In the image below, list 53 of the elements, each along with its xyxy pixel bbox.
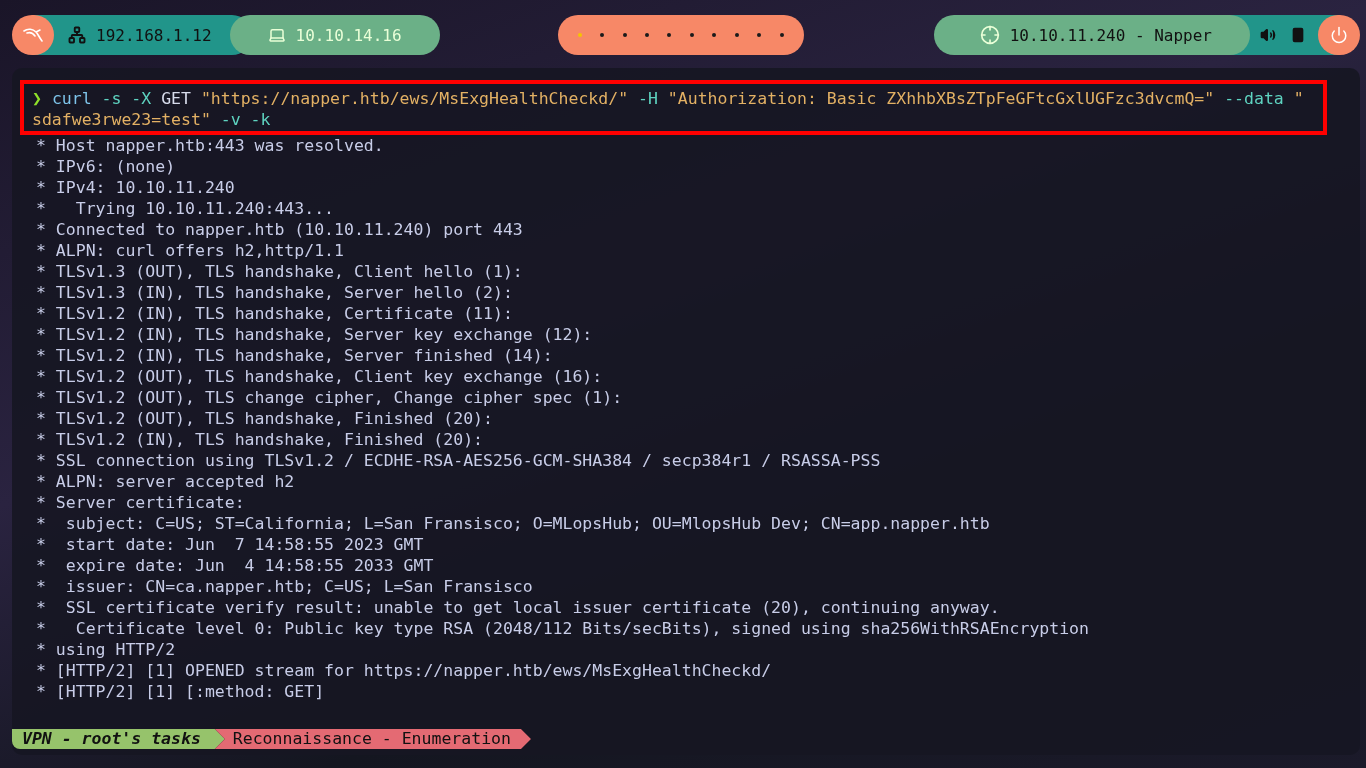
network-icon [68, 26, 86, 44]
output-line: * Server certificate: [35, 492, 246, 513]
power-button[interactable] [1318, 15, 1360, 55]
output-line: * issuer: CN=ca.napper.htb; C=US; L=San Fransisco [35, 576, 534, 597]
output-line: * ALPN: curl offers h2,http/1.1 [35, 240, 345, 261]
output-line: * IPv6: (none) [35, 156, 177, 177]
output-line: * SSL certificate verify result: unable to get local issuer certificate (20), continuing anyway. [35, 597, 1001, 618]
output-line: * [HTTP/2] [1] [:method: GET] [35, 681, 326, 702]
output-line: * Certificate level 0: Public key type RSA (2048/112 Bits/secBits), signed using sha256WithRSAEncryption [35, 618, 1090, 639]
workspace-dot[interactable] [757, 33, 762, 37]
session-label: VPN - root's tasks [12, 729, 225, 749]
output-line: * TLSv1.2 (IN), TLS handshake, Finished (20): [35, 429, 485, 450]
output-line: * subject: C=US; ST=California; L=San Fransisco; O=MLopsHub; OU=MlopsHub Dev; CN=app.napper.htb [35, 513, 991, 534]
dragon-logo-icon [23, 27, 43, 43]
output-line: * TLSv1.2 (OUT), TLS handshake, Client key exchange (16): [35, 366, 604, 387]
workspace-dot[interactable] [600, 33, 605, 37]
output-line: * start date: Jun 7 14:58:55 2023 GMT [35, 534, 425, 555]
battery-icon[interactable] [1290, 27, 1306, 43]
command-line: ❯ curl -s -X GET "https://napper.htb/ews/MsExgHealthCheckd/" -H "Authorization: Basic ZXhhbXBsZTpFeGFtcGxlUGFzc3dvcmQ=" --data " [32, 88, 1305, 109]
output-line: * Trying 10.10.11.240:443... [35, 198, 335, 219]
output-line: * SSL connection using TLSv1.2 / ECDHE-RSA-AES256-GCM-SHA384 / secp384r1 / RSASSA-PSS [35, 450, 882, 471]
workspace-dot[interactable] [667, 33, 672, 37]
lan-ip-text: 192.168.1.12 [96, 25, 212, 45]
output-line: * Connected to napper.htb (10.10.11.240) port 443 [35, 219, 524, 240]
menu-button[interactable] [12, 15, 54, 55]
workspace-dot[interactable] [645, 33, 650, 37]
output-line: * using HTTP/2 [35, 639, 177, 660]
output-line: * [HTTP/2] [1] OPENED stream for https://napper.htb/ews/MsExgHealthCheckd/ [35, 660, 773, 681]
workspace-dot[interactable] [712, 33, 717, 37]
output-line: * TLSv1.2 (IN), TLS handshake, Server key exchange (12): [35, 324, 594, 345]
workspace-dot[interactable] [734, 33, 739, 37]
output-line: * TLSv1.2 (IN), TLS handshake, Server finished (14): [35, 345, 554, 366]
output-line: * IPv4: 10.10.11.240 [35, 177, 236, 198]
output-line: * TLSv1.2 (IN), TLS handshake, Certificate (11): [35, 303, 514, 324]
crosshair-icon [979, 25, 1000, 45]
workspace-dot[interactable] [689, 33, 694, 37]
output-line: * expire date: Jun 4 14:58:55 2033 GMT [35, 555, 435, 576]
output-line: * TLSv1.2 (OUT), TLS change cipher, Change cipher spec (1): [35, 387, 624, 408]
power-icon [1330, 26, 1348, 44]
vpn-ip-text: 10.10.14.16 [295, 25, 402, 45]
output-line: * TLSv1.3 (OUT), TLS handshake, Client hello (1): [35, 261, 524, 282]
task-label: Reconnaissance - Enumeration [214, 729, 531, 749]
command-line: sdafwe3rwe23=test" -v -k [32, 109, 272, 130]
laptop-icon [267, 26, 286, 44]
output-line: * Host napper.htb:443 was resolved. [35, 135, 385, 156]
target-text: 10.10.11.240 - Napper [1009, 25, 1212, 45]
workspace-dot[interactable] [779, 33, 784, 37]
volume-icon[interactable] [1260, 27, 1276, 43]
output-line: * TLSv1.2 (OUT), TLS handshake, Finished (20): [35, 408, 494, 429]
workspace-dot[interactable] [622, 33, 627, 37]
output-line: * TLSv1.3 (IN), TLS handshake, Server hello (2): [35, 282, 514, 303]
output-line: * ALPN: server accepted h2 [35, 471, 296, 492]
workspace-dot[interactable] [577, 33, 582, 37]
